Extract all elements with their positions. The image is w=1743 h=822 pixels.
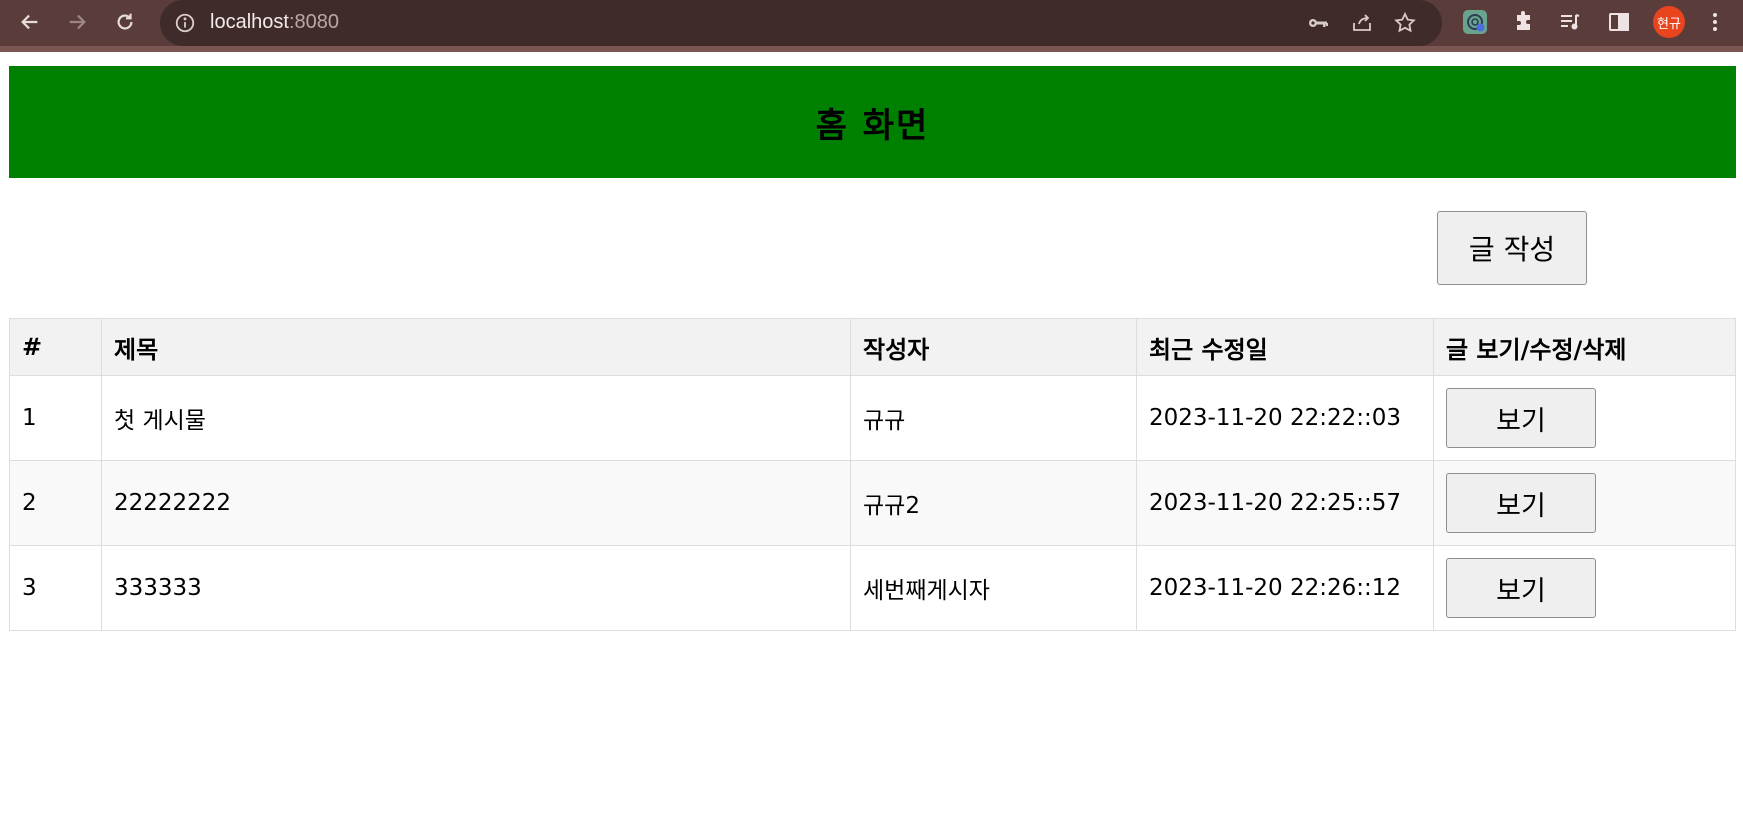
header-modified: 최근 수정일 [1136,318,1434,376]
view-button[interactable]: 보기 [1446,558,1596,618]
extensions-puzzle-icon[interactable] [1511,9,1537,35]
post-actions: 보기 [1433,460,1736,546]
post-modified: 2023-11-20 22:26::12 [1136,545,1434,631]
post-number: 2 [9,460,102,546]
url-text: localhost:8080 [210,11,339,34]
reading-list-icon[interactable] [1557,9,1583,35]
posts-table: # 제목 작성자 최근 수정일 글 보기/수정/삭제 1 첫 게시물 규규 20… [9,318,1736,631]
post-author: 규규 [850,375,1137,461]
page-header: 홈 화면 [9,66,1736,178]
post-modified: 2023-11-20 22:25::57 [1136,460,1434,546]
url-host: localhost [210,11,289,33]
view-button[interactable]: 보기 [1446,388,1596,448]
post-title: 첫 게시물 [101,375,851,461]
write-post-button[interactable]: 글 작성 [1437,211,1587,285]
extension-openai-icon[interactable] [1462,9,1488,35]
header-actions: 글 보기/수정/삭제 [1433,318,1736,376]
address-bar[interactable]: localhost:8080 [160,0,1442,46]
reload-icon[interactable] [110,7,140,37]
forward-arrow-icon[interactable] [62,7,92,37]
url-port: :8080 [288,11,339,33]
side-panel-icon[interactable] [1606,9,1632,35]
back-arrow-icon[interactable] [15,7,45,37]
post-author: 규규2 [850,460,1137,546]
page-title: 홈 화면 [815,105,930,146]
post-number: 1 [9,375,102,461]
browser-toolbar: localhost:8080 현규 [0,0,1743,52]
view-button[interactable]: 보기 [1446,473,1596,533]
bookmark-star-icon[interactable] [1393,11,1417,35]
info-icon[interactable] [174,12,196,34]
post-number: 3 [9,545,102,631]
more-menu-icon[interactable] [1702,9,1728,35]
table-row: 2 22222222 규규2 2023-11-20 22:25::57 보기 [9,460,1736,546]
post-actions: 보기 [1433,375,1736,461]
post-title: 333333 [101,545,851,631]
table-row: 3 333333 세번째게시자 2023-11-20 22:26::12 보기 [9,545,1736,631]
header-title: 제목 [101,318,851,376]
post-author: 세번째게시자 [850,545,1137,631]
profile-avatar[interactable]: 현규 [1653,6,1685,38]
table-header-row: # 제목 작성자 최근 수정일 글 보기/수정/삭제 [9,318,1736,376]
table-row: 1 첫 게시물 규규 2023-11-20 22:22::03 보기 [9,375,1736,461]
share-icon[interactable] [1350,11,1374,35]
post-actions: 보기 [1433,545,1736,631]
key-icon[interactable] [1306,11,1330,35]
post-title: 22222222 [101,460,851,546]
header-number: # [9,318,102,376]
header-author: 작성자 [850,318,1137,376]
post-modified: 2023-11-20 22:22::03 [1136,375,1434,461]
